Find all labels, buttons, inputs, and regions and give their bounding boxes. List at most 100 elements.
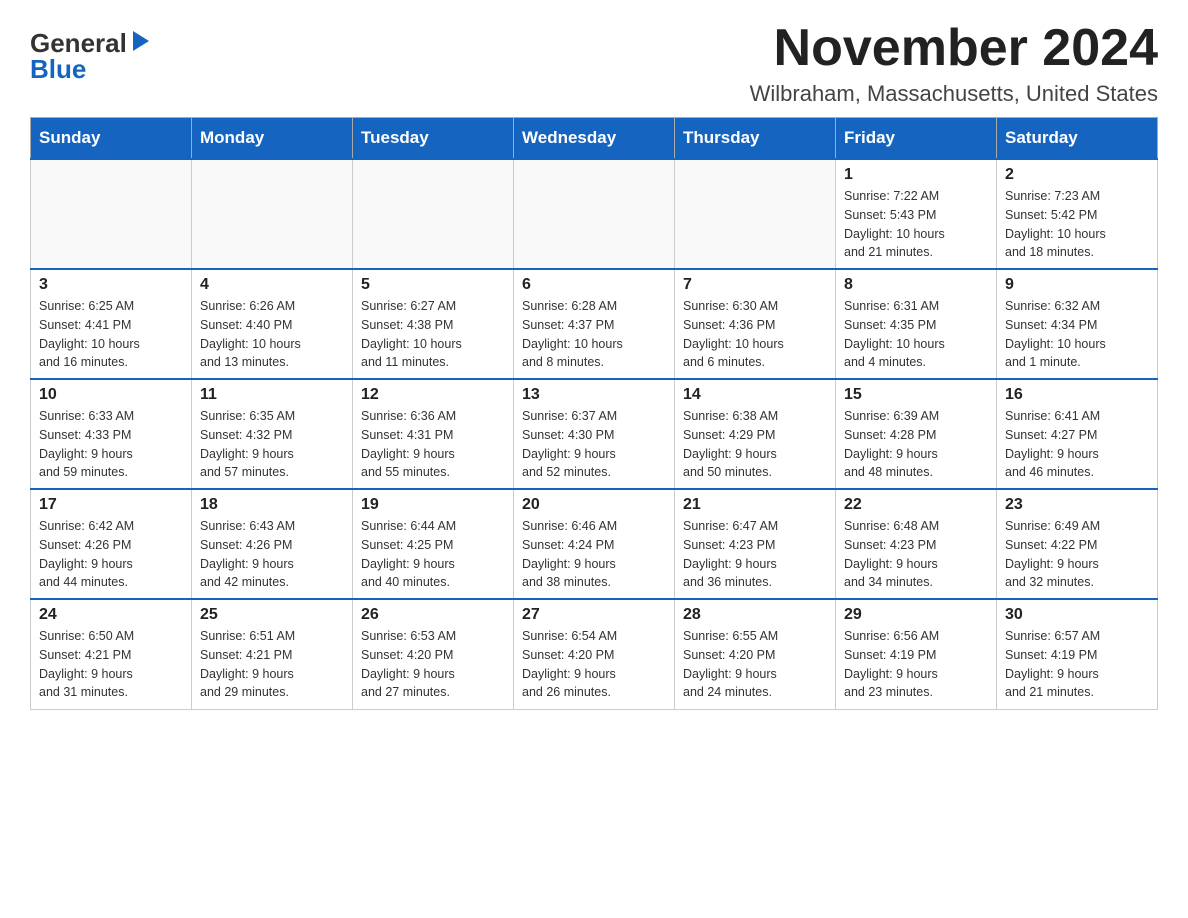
day-number: 6 — [522, 276, 666, 294]
day-number: 8 — [844, 276, 988, 294]
day-number: 23 — [1005, 496, 1149, 514]
day-info: Sunrise: 6:41 AM Sunset: 4:27 PM Dayligh… — [1005, 407, 1149, 482]
day-info: Sunrise: 6:33 AM Sunset: 4:33 PM Dayligh… — [39, 407, 183, 482]
calendar-cell: 2 Sunrise: 7:23 AM Sunset: 5:42 PM Daylig… — [997, 159, 1158, 269]
day-number: 16 — [1005, 386, 1149, 404]
calendar-table: SundayMondayTuesdayWednesdayThursdayFrid… — [30, 117, 1158, 710]
calendar-cell: 14 Sunrise: 6:38 AM Sunset: 4:29 PM Dayli… — [675, 379, 836, 489]
day-number: 21 — [683, 496, 827, 514]
calendar-week-row: 10 Sunrise: 6:33 AM Sunset: 4:33 PM Dayli… — [31, 379, 1158, 489]
day-number: 5 — [361, 276, 505, 294]
day-info: Sunrise: 6:38 AM Sunset: 4:29 PM Dayligh… — [683, 407, 827, 482]
day-info: Sunrise: 6:57 AM Sunset: 4:19 PM Dayligh… — [1005, 627, 1149, 702]
calendar-cell: 12Sunrise: 6:36 AM Sunset: 4:31 PM Dayli… — [353, 379, 514, 489]
calendar-cell: 7Sunrise: 6:30 AM Sunset: 4:36 PM Daylig… — [675, 269, 836, 379]
day-info: Sunrise: 6:43 AM Sunset: 4:26 PM Dayligh… — [200, 517, 344, 592]
day-info: Sunrise: 6:49 AM Sunset: 4:22 PM Dayligh… — [1005, 517, 1149, 592]
day-info: Sunrise: 6:50 AM Sunset: 4:21 PM Dayligh… — [39, 627, 183, 702]
calendar-header-row: SundayMondayTuesdayWednesdayThursdayFrid… — [31, 118, 1158, 160]
day-info: Sunrise: 6:54 AM Sunset: 4:20 PM Dayligh… — [522, 627, 666, 702]
calendar-week-row: 24 Sunrise: 6:50 AM Sunset: 4:21 PM Dayli… — [31, 599, 1158, 709]
calendar-cell: 22 Sunrise: 6:48 AM Sunset: 4:23 PM Dayli… — [836, 489, 997, 599]
calendar-cell — [31, 159, 192, 269]
day-number: 29 — [844, 606, 988, 624]
calendar-cell: 21 Sunrise: 6:47 AM Sunset: 4:23 PM Dayli… — [675, 489, 836, 599]
day-info: Sunrise: 6:51 AM Sunset: 4:21 PM Dayligh… — [200, 627, 344, 702]
calendar-cell: 26 Sunrise: 6:53 AM Sunset: 4:20 PM Dayli… — [353, 599, 514, 709]
day-info: Sunrise: 6:25 AM Sunset: 4:41 PM Dayligh… — [39, 297, 183, 372]
calendar-cell: 30 Sunrise: 6:57 AM Sunset: 4:19 PM Dayli… — [997, 599, 1158, 709]
calendar-cell: 29 Sunrise: 6:56 AM Sunset: 4:19 PM Dayli… — [836, 599, 997, 709]
calendar-cell — [675, 159, 836, 269]
day-info: Sunrise: 6:48 AM Sunset: 4:23 PM Dayligh… — [844, 517, 988, 592]
calendar-cell — [192, 159, 353, 269]
day-number: 11 — [200, 386, 344, 404]
day-info: Sunrise: 6:44 AM Sunset: 4:25 PM Dayligh… — [361, 517, 505, 592]
day-number: 24 — [39, 606, 183, 624]
calendar-cell: 27 Sunrise: 6:54 AM Sunset: 4:20 PM Dayli… — [514, 599, 675, 709]
location-title: Wilbraham, Massachusetts, United States — [750, 81, 1158, 107]
calendar-cell — [353, 159, 514, 269]
day-info: Sunrise: 7:22 AM Sunset: 5:43 PM Dayligh… — [844, 187, 988, 262]
calendar-cell — [514, 159, 675, 269]
calendar-week-row: 3Sunrise: 6:25 AM Sunset: 4:41 PM Daylig… — [31, 269, 1158, 379]
day-info: Sunrise: 6:42 AM Sunset: 4:26 PM Dayligh… — [39, 517, 183, 592]
calendar-cell: 19 Sunrise: 6:44 AM Sunset: 4:25 PM Dayli… — [353, 489, 514, 599]
day-info: Sunrise: 7:23 AM Sunset: 5:42 PM Dayligh… — [1005, 187, 1149, 262]
calendar-cell: 16 Sunrise: 6:41 AM Sunset: 4:27 PM Dayli… — [997, 379, 1158, 489]
day-number: 10 — [39, 386, 183, 404]
day-info: Sunrise: 6:30 AM Sunset: 4:36 PM Dayligh… — [683, 297, 827, 372]
calendar-cell: 23 Sunrise: 6:49 AM Sunset: 4:22 PM Dayli… — [997, 489, 1158, 599]
day-info: Sunrise: 6:56 AM Sunset: 4:19 PM Dayligh… — [844, 627, 988, 702]
logo-blue: Blue — [30, 56, 86, 82]
calendar-cell: 28 Sunrise: 6:55 AM Sunset: 4:20 PM Dayli… — [675, 599, 836, 709]
calendar-cell: 9Sunrise: 6:32 AM Sunset: 4:34 PM Daylig… — [997, 269, 1158, 379]
calendar-col-friday: Friday — [836, 118, 997, 160]
calendar-col-monday: Monday — [192, 118, 353, 160]
day-number: 30 — [1005, 606, 1149, 624]
calendar-col-thursday: Thursday — [675, 118, 836, 160]
calendar-col-tuesday: Tuesday — [353, 118, 514, 160]
logo: General Blue — [30, 20, 151, 82]
day-number: 13 — [522, 386, 666, 404]
day-number: 28 — [683, 606, 827, 624]
calendar-cell: 25 Sunrise: 6:51 AM Sunset: 4:21 PM Dayli… — [192, 599, 353, 709]
day-number: 14 — [683, 386, 827, 404]
calendar-week-row: 1Sunrise: 7:22 AM Sunset: 5:43 PM Daylig… — [31, 159, 1158, 269]
day-info: Sunrise: 6:31 AM Sunset: 4:35 PM Dayligh… — [844, 297, 988, 372]
calendar-cell: 11 Sunrise: 6:35 AM Sunset: 4:32 PM Dayli… — [192, 379, 353, 489]
day-number: 25 — [200, 606, 344, 624]
day-info: Sunrise: 6:37 AM Sunset: 4:30 PM Dayligh… — [522, 407, 666, 482]
day-number: 15 — [844, 386, 988, 404]
day-number: 22 — [844, 496, 988, 514]
day-info: Sunrise: 6:35 AM Sunset: 4:32 PM Dayligh… — [200, 407, 344, 482]
day-number: 27 — [522, 606, 666, 624]
day-number: 4 — [200, 276, 344, 294]
day-info: Sunrise: 6:39 AM Sunset: 4:28 PM Dayligh… — [844, 407, 988, 482]
title-section: November 2024 Wilbraham, Massachusetts, … — [750, 20, 1158, 107]
calendar-cell: 20Sunrise: 6:46 AM Sunset: 4:24 PM Dayli… — [514, 489, 675, 599]
month-title: November 2024 — [750, 20, 1158, 77]
calendar-col-sunday: Sunday — [31, 118, 192, 160]
day-info: Sunrise: 6:28 AM Sunset: 4:37 PM Dayligh… — [522, 297, 666, 372]
calendar-col-wednesday: Wednesday — [514, 118, 675, 160]
calendar-cell: 4 Sunrise: 6:26 AM Sunset: 4:40 PM Daylig… — [192, 269, 353, 379]
day-number: 18 — [200, 496, 344, 514]
day-number: 26 — [361, 606, 505, 624]
calendar-cell: 24 Sunrise: 6:50 AM Sunset: 4:21 PM Dayli… — [31, 599, 192, 709]
day-info: Sunrise: 6:47 AM Sunset: 4:23 PM Dayligh… — [683, 517, 827, 592]
calendar-col-saturday: Saturday — [997, 118, 1158, 160]
day-number: 17 — [39, 496, 183, 514]
calendar-cell: 1Sunrise: 7:22 AM Sunset: 5:43 PM Daylig… — [836, 159, 997, 269]
calendar-cell: 5Sunrise: 6:27 AM Sunset: 4:38 PM Daylig… — [353, 269, 514, 379]
day-number: 19 — [361, 496, 505, 514]
logo-general: General — [30, 30, 127, 56]
day-info: Sunrise: 6:53 AM Sunset: 4:20 PM Dayligh… — [361, 627, 505, 702]
calendar-cell: 6 Sunrise: 6:28 AM Sunset: 4:37 PM Daylig… — [514, 269, 675, 379]
day-number: 2 — [1005, 166, 1149, 184]
day-info: Sunrise: 6:55 AM Sunset: 4:20 PM Dayligh… — [683, 627, 827, 702]
day-info: Sunrise: 6:26 AM Sunset: 4:40 PM Dayligh… — [200, 297, 344, 372]
calendar-cell: 10 Sunrise: 6:33 AM Sunset: 4:33 PM Dayli… — [31, 379, 192, 489]
day-info: Sunrise: 6:32 AM Sunset: 4:34 PM Dayligh… — [1005, 297, 1149, 372]
page-header: General Blue November 2024 Wilbraham, Ma… — [30, 20, 1158, 107]
